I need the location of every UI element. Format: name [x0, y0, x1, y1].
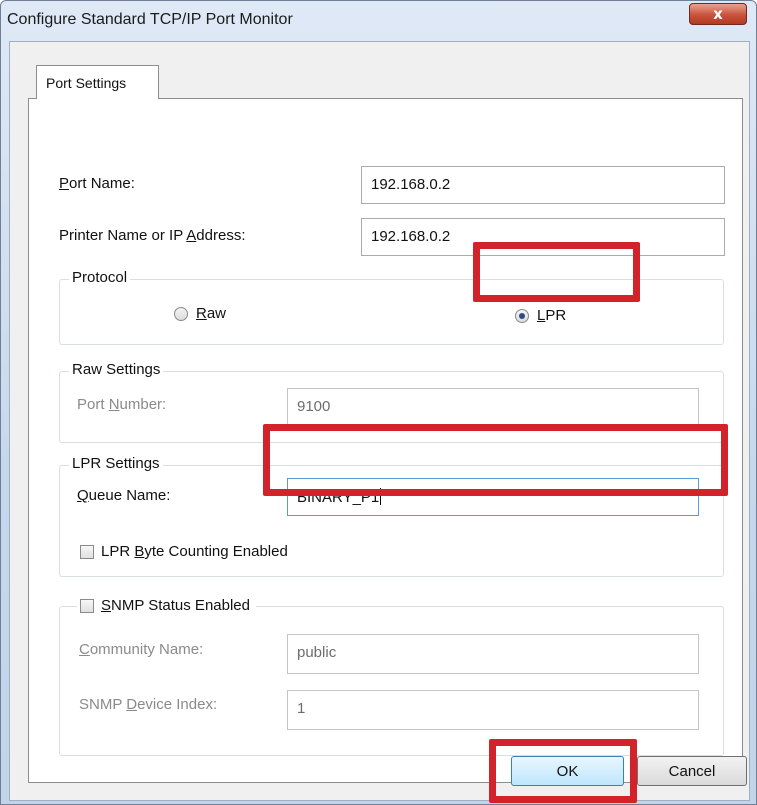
- text-caret: [380, 488, 382, 505]
- port-number-label: Port Number:: [77, 396, 167, 413]
- queue-name-value: BINARY_P1: [297, 489, 380, 506]
- radio-unchecked-icon: [174, 306, 188, 321]
- port-settings-page: Port Name: 192.168.0.2 Printer Name or I…: [28, 98, 743, 783]
- port-number-input[interactable]: 9100: [287, 388, 699, 428]
- queue-name-label: Queue Name:: [77, 487, 171, 504]
- window-title: Configure Standard TCP/IP Port Monitor: [7, 11, 293, 28]
- dialog-client-area: Port Settings Port Name: 192.168.0.2 Pri…: [9, 41, 750, 801]
- snmp-group: [59, 606, 724, 756]
- printer-name-label: Printer Name or IP Address:: [59, 227, 246, 244]
- printer-address-input[interactable]: 192.168.0.2: [361, 218, 725, 256]
- title-bar[interactable]: Configure Standard TCP/IP Port Monitor x: [1, 1, 756, 41]
- protocol-group: Protocol Raw LPR: [59, 269, 724, 345]
- snmp-device-index-label: SNMP Device Index:: [79, 696, 218, 713]
- checkbox-unchecked-icon: [80, 544, 94, 559]
- raw-radio[interactable]: Raw: [174, 305, 226, 322]
- lpr-byte-counting-checkbox[interactable]: LPR Byte Counting Enabled: [80, 543, 288, 560]
- tab-port-settings[interactable]: Port Settings: [36, 65, 159, 99]
- queue-name-input[interactable]: BINARY_P1: [287, 478, 699, 516]
- ok-button[interactable]: OK: [511, 756, 624, 786]
- port-name-input[interactable]: 192.168.0.2: [361, 166, 725, 204]
- snmp-status-label: SNMP Status Enabled: [101, 597, 250, 614]
- raw-settings-title: Raw Settings: [69, 361, 164, 378]
- port-name-label: Port Name:: [59, 175, 135, 192]
- radio-checked-icon: [515, 308, 529, 323]
- cancel-button[interactable]: Cancel: [637, 756, 747, 786]
- protocol-group-title: Protocol: [69, 269, 131, 286]
- community-name-label: Community Name:: [79, 641, 204, 658]
- dialog-window: Configure Standard TCP/IP Port Monitor x…: [0, 0, 757, 805]
- checkbox-unchecked-icon: [80, 598, 94, 613]
- community-name-input[interactable]: public: [287, 634, 699, 674]
- close-button[interactable]: x: [689, 3, 747, 25]
- snmp-status-checkbox[interactable]: SNMP Status Enabled: [77, 597, 256, 614]
- raw-radio-label: Raw: [196, 305, 227, 322]
- lpr-radio[interactable]: LPR: [515, 307, 566, 324]
- close-icon: x: [713, 5, 723, 23]
- snmp-device-index-input[interactable]: 1: [287, 690, 699, 730]
- lpr-byte-counting-label: LPR Byte Counting Enabled: [101, 543, 288, 560]
- lpr-radio-label: LPR: [537, 307, 567, 324]
- lpr-settings-title: LPR Settings: [69, 455, 163, 472]
